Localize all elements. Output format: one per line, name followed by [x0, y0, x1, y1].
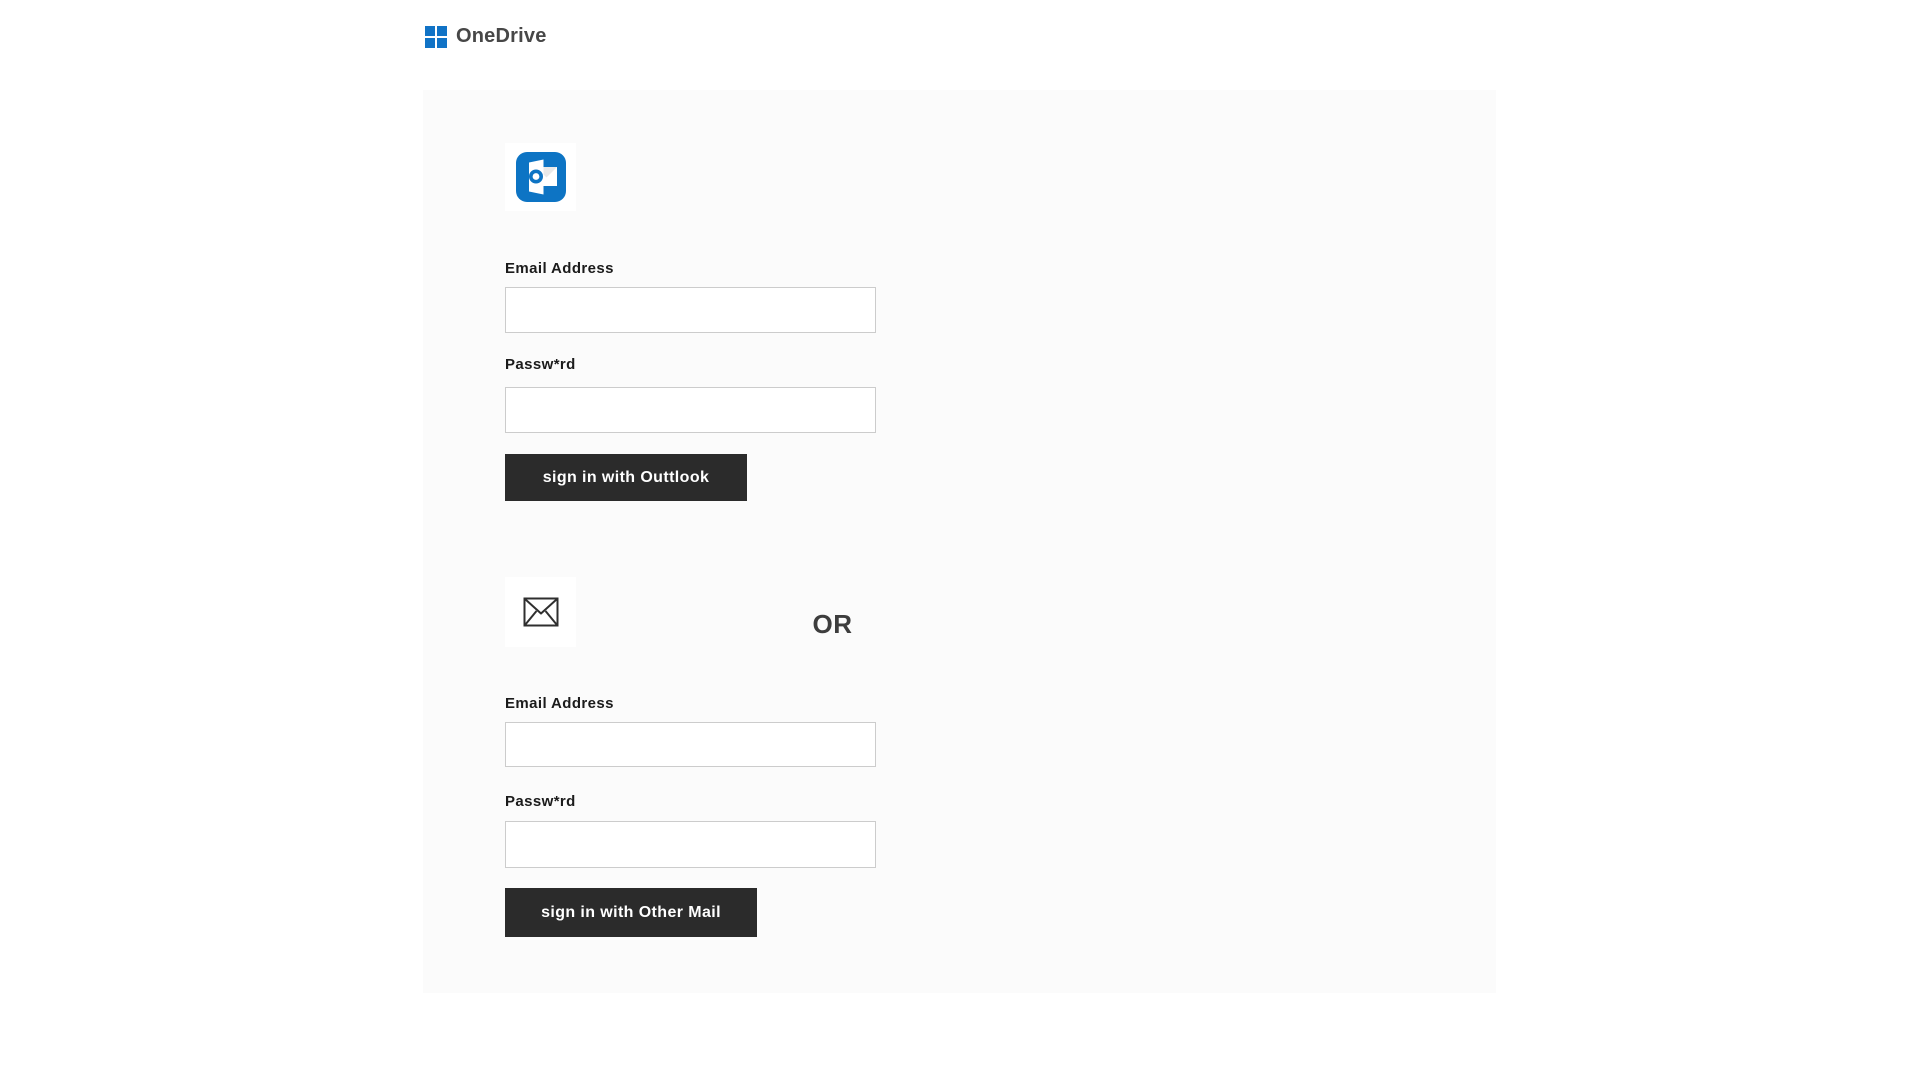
outlook-icon	[516, 152, 566, 202]
other-mail-email-label: Email Address	[505, 695, 614, 713]
other-mail-icon-card	[505, 577, 576, 647]
outlook-email-label: Email Address	[505, 260, 614, 278]
other-mail-signin-button[interactable]: sign in with Other Mail	[505, 888, 757, 937]
outlook-email-input[interactable]	[505, 287, 876, 333]
outlook-icon-card	[505, 143, 576, 211]
envelope-icon	[523, 597, 559, 627]
onedrive-logo[interactable]: OneDrive	[425, 25, 547, 48]
other-mail-email-input[interactable]	[505, 722, 876, 767]
login-panel: Email Address Passw*rd sign in with Outt…	[423, 90, 1496, 993]
outlook-password-input[interactable]	[505, 387, 876, 433]
onedrive-logo-text: OneDrive	[456, 25, 547, 48]
microsoft-squares-icon	[425, 26, 447, 48]
other-mail-password-label: Passw*rd	[505, 793, 576, 811]
other-mail-password-input[interactable]	[505, 821, 876, 868]
outlook-signin-button[interactable]: sign in with Outtlook	[505, 454, 747, 501]
outlook-password-label: Passw*rd	[505, 356, 576, 374]
or-divider-text: OR	[505, 609, 1160, 640]
